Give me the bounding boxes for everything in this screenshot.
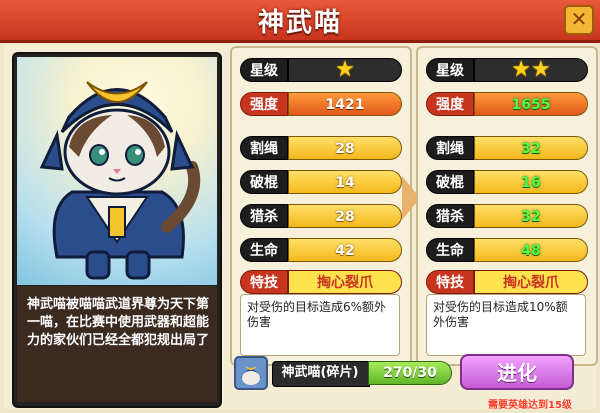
stat-label: 强度	[240, 92, 288, 116]
stat-value: 32	[474, 136, 588, 160]
star-row: 星级 ★★	[426, 58, 588, 82]
skill-label: 特技	[240, 270, 288, 294]
skill-row: 特技 掏心裂爪	[240, 270, 402, 294]
close-icon[interactable]: ✕	[564, 5, 594, 35]
stat-value: 16	[474, 170, 588, 194]
stat-label: 生命	[240, 238, 288, 262]
next-stats-panel: 星级 ★★ 强度 1655 割绳 32 破棍 16 猎杀 32 生命 48 特技…	[416, 46, 598, 366]
skill-label: 特技	[426, 270, 474, 294]
power-row: 强度 1655	[426, 92, 588, 116]
stat-value: 32	[474, 204, 588, 228]
stat-row: 生命 48	[426, 238, 588, 262]
shard-progress: 神武喵(碎片) 270/30	[232, 356, 452, 390]
star-icon: ★	[511, 57, 531, 82]
stat-value: 28	[288, 136, 402, 160]
skill-description: 对受伤的目标造成10%额外伤害	[426, 294, 586, 356]
stat-label: 割绳	[240, 136, 288, 160]
stat-value: 1421	[288, 92, 402, 116]
stat-label: 生命	[426, 238, 474, 262]
star-rating: ★★	[474, 58, 588, 82]
star-row: 星级 ★	[240, 58, 402, 82]
evolve-button[interactable]: 进化	[460, 354, 574, 390]
shard-name: 神武喵(碎片)	[281, 365, 359, 380]
star-icon: ★	[531, 57, 551, 82]
hero-description: 神武喵被喵喵武道界尊为天下第一喵，在比赛中使用武器和超能力的家伙们已经全都犯规出…	[26, 297, 209, 348]
stat-label: 星级	[240, 58, 288, 82]
skill-name: 掏心裂爪	[474, 270, 588, 294]
stat-value: 28	[288, 204, 402, 228]
hero-portrait-card: 神武喵被喵喵武道界尊为天下第一喵，在比赛中使用武器和超能力的家伙们已经全都犯规出…	[12, 52, 222, 408]
title-bar: 神武喵 ✕	[0, 0, 600, 43]
stat-row: 割绳 28	[240, 136, 402, 160]
star-rating: ★	[288, 58, 402, 82]
skill-row: 特技 掏心裂爪	[426, 270, 588, 294]
hero-art	[17, 57, 217, 285]
star-icon: ★	[335, 57, 355, 82]
skill-description: 对受伤的目标造成6%额外伤害	[240, 294, 400, 356]
stat-value: 14	[288, 170, 402, 194]
stat-value: 48	[474, 238, 588, 262]
requirement-text: 需要英雄达到15级	[488, 400, 572, 411]
stat-row: 破棍 16	[426, 170, 588, 194]
stat-label: 猎杀	[426, 204, 474, 228]
stat-label: 猎杀	[240, 204, 288, 228]
stat-row: 猎杀 32	[426, 204, 588, 228]
hero-shard-icon	[234, 356, 268, 390]
current-stats-panel: 星级 ★ 强度 1421 割绳 28 破棍 14 猎杀 28 生命 42 特技 …	[230, 46, 412, 366]
stat-label: 强度	[426, 92, 474, 116]
stat-row: 猎杀 28	[240, 204, 402, 228]
skill-name: 掏心裂爪	[288, 270, 402, 294]
stat-label: 破棍	[240, 170, 288, 194]
stat-label: 破棍	[426, 170, 474, 194]
stat-label: 割绳	[426, 136, 474, 160]
samurai-cat-illustration	[39, 81, 201, 280]
power-row: 强度 1421	[240, 92, 402, 116]
stat-value: 42	[288, 238, 402, 262]
stat-row: 破棍 14	[240, 170, 402, 194]
hero-upgrade-window: 神武喵 ✕ 神武喵被喵喵武道界尊为天下第一喵，在比赛中使用武器和超能力的家伙们已…	[0, 0, 600, 413]
shard-count: 270/30	[368, 361, 452, 385]
stat-label: 星级	[426, 58, 474, 82]
window-title: 神武喵	[257, 8, 342, 38]
stat-row: 割绳 32	[426, 136, 588, 160]
stat-row: 生命 42	[240, 238, 402, 262]
stat-value: 1655	[474, 92, 588, 116]
